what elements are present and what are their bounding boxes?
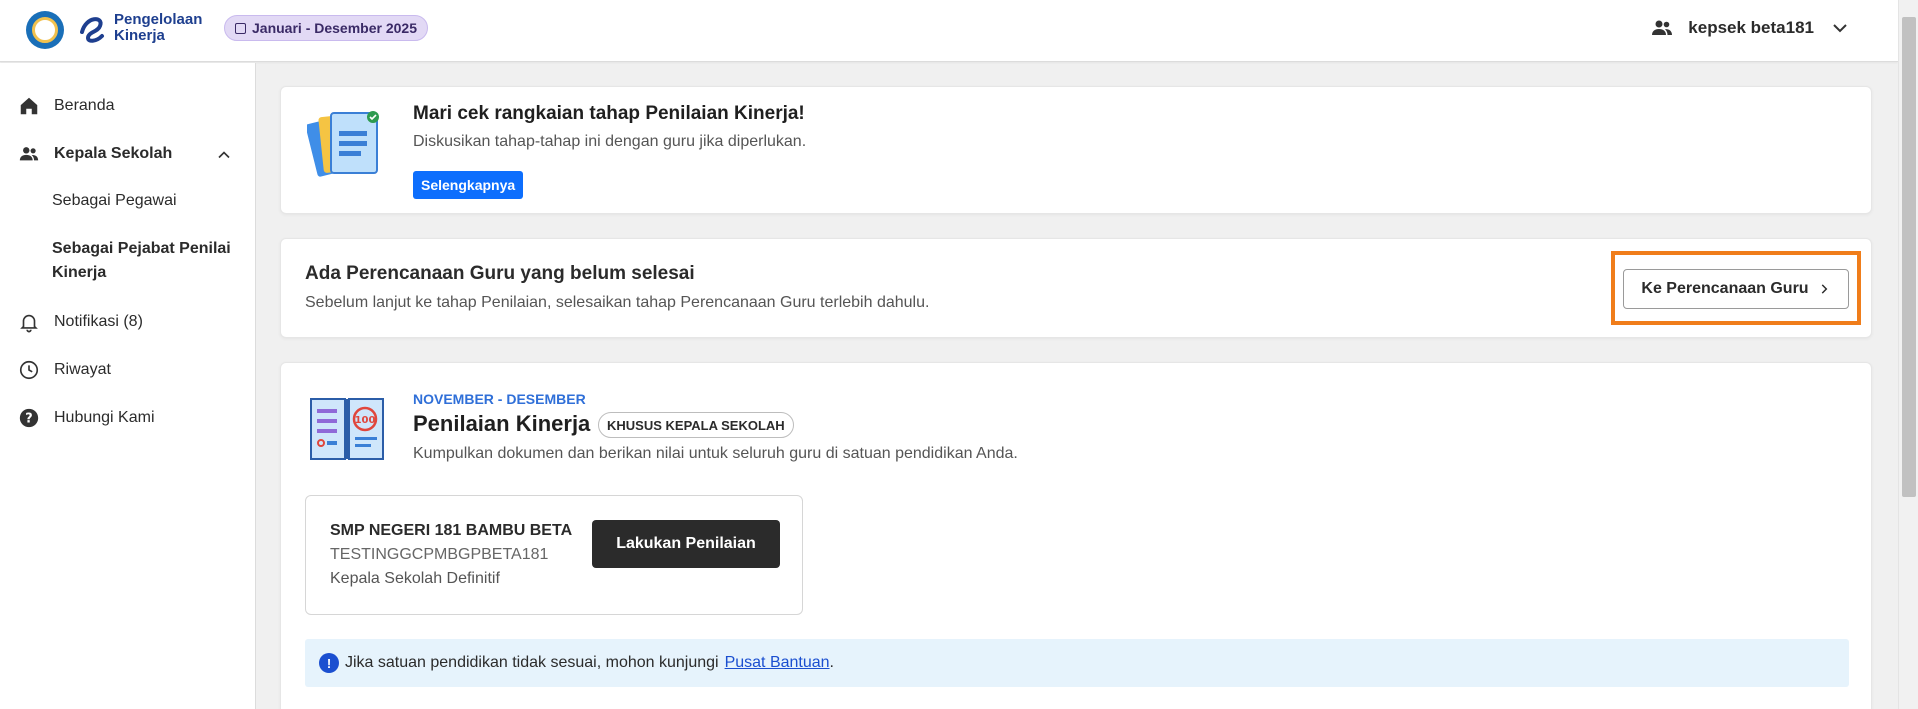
period-label: Januari - Desember 2025 xyxy=(252,20,417,36)
sidebar-item-riwayat[interactable]: Riwayat xyxy=(18,359,111,381)
sidebar-item-beranda[interactable]: Beranda xyxy=(18,95,115,117)
book-illustration-icon: 100 xyxy=(310,398,384,460)
sidebar-item-hubungi-kami[interactable]: ? Hubungi Kami xyxy=(18,407,155,429)
user-name: kepsek beta181 xyxy=(1688,18,1814,37)
planning-description: Sebelum lanjut ke tahap Penilaian, seles… xyxy=(305,294,930,311)
info-suffix: . xyxy=(829,654,834,671)
brand-name[interactable]: Pengelolaan Kinerja xyxy=(114,12,202,44)
info-banner: ! Jika satuan pendidikan tidak sesuai, m… xyxy=(305,639,1849,687)
calendar-square-icon xyxy=(235,22,246,34)
period-badge: Januari - Desember 2025 xyxy=(224,15,428,41)
bell-icon xyxy=(20,314,38,333)
svg-text:?: ? xyxy=(25,412,32,427)
intro-description: Diskusikan tahap-tahap ini dengan guru j… xyxy=(413,133,807,150)
documents-illustration-icon xyxy=(307,111,379,177)
kepala-sekolah-badge: KHUSUS KEPALA SEKOLAH xyxy=(598,412,794,438)
sidebar-item-label: Riwayat xyxy=(54,361,111,378)
intro-card: Mari cek rangkaian tahap Penilaian Kiner… xyxy=(280,86,1872,214)
school-role: Kepala Sekolah Definitif xyxy=(330,570,500,587)
page-scrollbar[interactable] xyxy=(1898,0,1918,709)
sidebar-item-kepala-sekolah[interactable]: Kepala Sekolah xyxy=(18,143,172,165)
sidebar-item-label: Beranda xyxy=(54,97,115,114)
school-name: SMP NEGERI 181 BAMBU BETA xyxy=(330,522,573,539)
planning-title: Ada Perencanaan Guru yang belum selesai xyxy=(305,263,695,284)
top-header: Pengelolaan Kinerja Januari - Desember 2… xyxy=(0,0,1898,62)
clock-icon xyxy=(19,360,39,380)
kinerja-logo-icon xyxy=(80,17,104,43)
sidebar-item-label: Hubungi Kami xyxy=(54,409,155,426)
svg-text:100: 100 xyxy=(355,415,376,426)
user-menu[interactable]: kepsek beta181 xyxy=(1650,16,1852,40)
assessment-card: 100 NOVEMBER - DESEMBER Penilaian Kinerj… xyxy=(280,362,1872,709)
assessment-period: NOVEMBER - DESEMBER xyxy=(413,391,586,407)
sidebar: Beranda Kepala Sekolah Sebagai Pegawai S… xyxy=(0,63,256,709)
school-card: SMP NEGERI 181 BAMBU BETA TESTINGGCPMBGP… xyxy=(305,495,803,615)
people-icon xyxy=(19,147,39,161)
pusat-bantuan-link[interactable]: Pusat Bantuan xyxy=(725,654,830,672)
home-icon xyxy=(20,97,38,115)
brand-line-2: Kinerja xyxy=(114,27,165,44)
scrollbar-thumb[interactable] xyxy=(1902,17,1916,497)
sidebar-item-notifikasi[interactable]: Notifikasi (8) xyxy=(18,311,143,333)
help-icon: ? xyxy=(19,408,39,428)
chevron-up-icon[interactable] xyxy=(214,145,234,165)
user-group-icon xyxy=(1652,20,1673,35)
ke-perencanaan-guru-button[interactable]: Ke Perencanaan Guru xyxy=(1623,269,1849,309)
info-text: Jika satuan pendidikan tidak sesuai, moh… xyxy=(345,654,719,671)
sidebar-item-label: Notifikasi (8) xyxy=(54,313,143,330)
sidebar-item-sebagai-pegawai[interactable]: Sebagai Pegawai xyxy=(52,189,177,213)
chevron-down-icon xyxy=(1833,24,1847,33)
exclamation-info-icon: ! xyxy=(319,653,339,673)
sidebar-item-label: Kepala Sekolah xyxy=(54,145,173,162)
sidebar-item-sebagai-pejabat-penilai[interactable]: Sebagai Pejabat Penilai Kinerja xyxy=(52,237,242,285)
school-code: TESTINGGCPMBGPBETA181 xyxy=(330,546,549,563)
brand-line-1: Pengelolaan xyxy=(114,11,203,28)
assessment-description: Kumpulkan dokumen dan berikan nilai untu… xyxy=(413,445,1018,462)
assessment-title: Penilaian Kinerja xyxy=(413,411,591,436)
chevron-right-icon xyxy=(1821,284,1827,294)
planning-card: Ada Perencanaan Guru yang belum selesai … xyxy=(280,238,1872,338)
button-label: Ke Perencanaan Guru xyxy=(1641,280,1809,297)
lakukan-penilaian-button[interactable]: Lakukan Penilaian xyxy=(592,520,780,568)
selengkapnya-button[interactable]: Selengkapnya xyxy=(413,171,524,199)
intro-title: Mari cek rangkaian tahap Penilaian Kiner… xyxy=(413,103,805,124)
government-emblem-icon xyxy=(26,11,64,49)
